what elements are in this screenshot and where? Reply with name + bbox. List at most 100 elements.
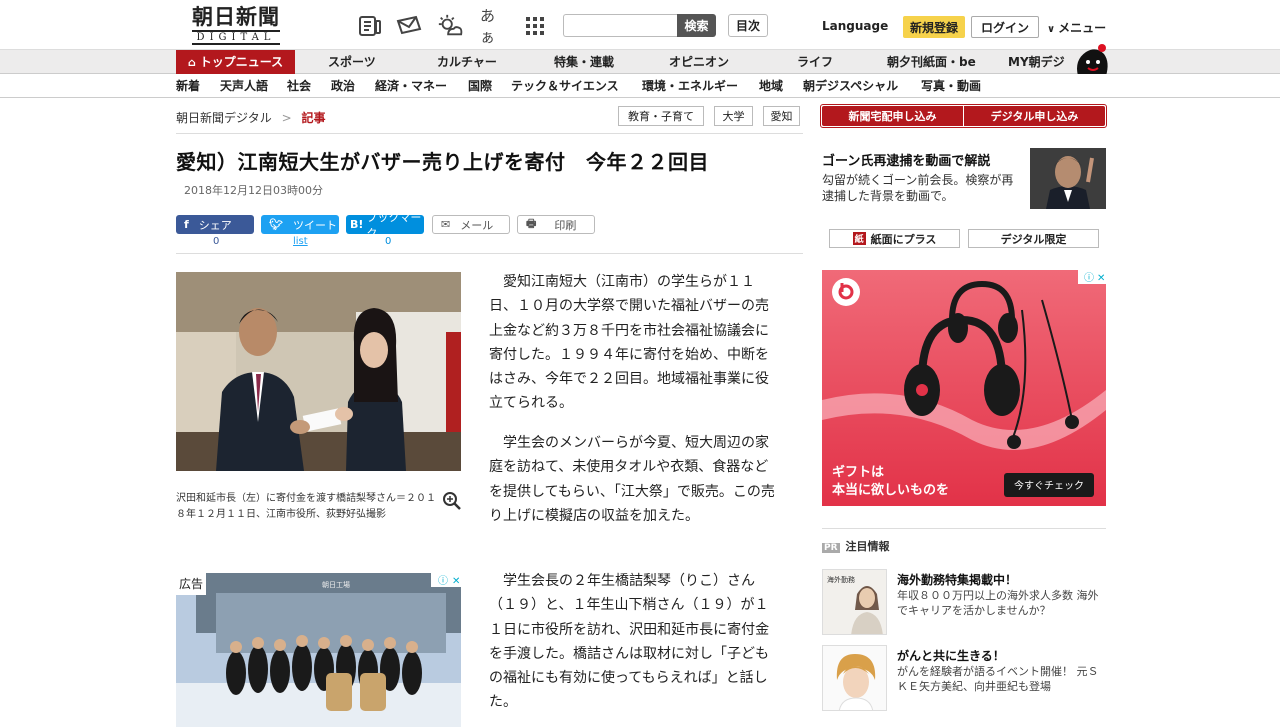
primary-nav: ⌂ トップニュース スポーツ カルチャー 特集・連載 オピニオン ライフ 朝夕刊紙… <box>0 44 1280 76</box>
article-photo[interactable] <box>176 272 461 471</box>
subscribe-paper-button[interactable]: 新聞宅配申し込み <box>822 106 963 126</box>
nav-paper[interactable]: 朝夕刊紙面・be <box>887 50 976 74</box>
language-link[interactable]: Language <box>822 19 888 33</box>
tag-education[interactable]: 教育・子育て <box>618 106 704 126</box>
nav-sports[interactable]: スポーツ <box>328 50 376 74</box>
ad-text-line2: 本当に欲しいものを <box>832 482 949 498</box>
print-button[interactable]: 🖶︎ 印刷 <box>517 215 595 234</box>
nav-features[interactable]: 特集・連載 <box>554 50 614 74</box>
promo-title[interactable]: ゴーン氏再逮捕を動画で解説 <box>822 150 990 169</box>
twitter-icon: 🐦︎ <box>269 218 283 231</box>
advertisement-image[interactable]: 広告 朝日工場 ⓘ ✕ <box>176 573 461 727</box>
close-ad-icon[interactable]: ✕ <box>1097 273 1105 284</box>
promo-text[interactable]: 勾留が続くゴーン前会長。検察が再逮捕した背景を動画で。 <box>822 172 1022 204</box>
paper-plus-button[interactable]: 紙紙面にプラス <box>829 229 960 248</box>
ad-cta-button[interactable]: 今すぐチェック <box>1014 479 1084 492</box>
nav-special[interactable]: 朝デジスペシャル <box>803 74 898 98</box>
breadcrumb-current: 記事 <box>301 111 326 125</box>
paper-plus-icon: 紙 <box>852 232 866 245</box>
index-button[interactable]: 目次 <box>728 14 768 37</box>
nav-photo-video[interactable]: 写真・動画 <box>921 74 981 98</box>
mail-label: メール <box>460 218 494 232</box>
mascot-icon[interactable] <box>1072 42 1110 78</box>
font-size-icon[interactable]: あぁ <box>480 7 506 46</box>
article-paragraph: 学生会のメンバーらが今夏、短大周辺の家庭を訪ねて、未使用タオルや衣類、食器などを… <box>489 435 775 524</box>
promo-thumbnail[interactable] <box>1030 148 1106 209</box>
search-input[interactable] <box>563 14 677 37</box>
mail-share-button[interactable]: ✉ メール <box>432 215 510 234</box>
login-button[interactable]: ログイン <box>971 16 1039 38</box>
pr-item-text[interactable]: 年収８００万円以上の海外求人多数 海外でキャリアを活かしませんか？ <box>897 588 1107 618</box>
facebook-icon: f <box>184 218 189 231</box>
menu-button[interactable]: ∨ メニュー <box>1047 19 1106 36</box>
envelope-icon: ✉ <box>441 218 451 231</box>
photo-caption: 沢田和延市長（左）に寄付金を渡す橋詰梨琴さん＝２０１８年１２月１１日、江南市役所… <box>176 493 436 520</box>
nav-culture[interactable]: カルチャー <box>437 50 497 74</box>
article-paragraph: 愛知江南短大（江南市）の学生らが１１日、１０月の大学祭で開いた福祉バザーの売上金… <box>489 274 769 412</box>
site-logo[interactable]: 朝日新聞 DIGITAL <box>180 6 292 45</box>
twitter-share-button[interactable]: 🐦︎ ツイート <box>261 215 339 234</box>
pr-item-title[interactable]: 海外勤務特集掲載中！ <box>897 571 1017 588</box>
close-ad-icon[interactable]: ✕ <box>452 576 460 587</box>
subscribe-digital-button[interactable]: デジタル申し込み <box>964 106 1105 126</box>
grid-menu-icon[interactable] <box>522 13 548 39</box>
breadcrumb: 朝日新聞デジタル > 記事 <box>176 109 326 126</box>
nav-life[interactable]: ライフ <box>797 50 833 74</box>
hatena-icon: B! <box>350 218 364 231</box>
divider <box>176 253 803 254</box>
nav-society[interactable]: 社会 <box>287 74 311 98</box>
twitter-share-label: ツイート <box>292 218 337 232</box>
facebook-count: 0 <box>213 236 220 247</box>
pr-item-text[interactable]: がんを経験者が語るイベント開催！ 元ＳＫＥ矢方美紀、向井亜紀も登場 <box>897 664 1107 694</box>
nav-region[interactable]: 地域 <box>759 74 783 98</box>
chevron-down-icon: ∨ <box>1047 24 1056 35</box>
nav-environment[interactable]: 環境・エネルギー <box>642 74 738 98</box>
pr-badge: PR <box>822 543 840 553</box>
mail-icon[interactable] <box>396 13 422 39</box>
pr-thumb-text: 海外勤務 <box>827 575 855 584</box>
nav-tech-science[interactable]: テック＆サイエンス <box>511 74 619 98</box>
sidebar-advertisement[interactable]: ⓘ ✕ ギフトは 本当に欲しいものを 今すぐチェック <box>822 270 1106 506</box>
tag-university[interactable]: 大学 <box>714 106 753 126</box>
paper-plus-label: 紙面にプラス <box>870 232 937 246</box>
ad-text-line1: ギフトは <box>832 464 884 480</box>
nav-my-asahi[interactable]: MY朝デジ <box>1008 50 1065 74</box>
tag-aichi[interactable]: 愛知 <box>763 106 800 126</box>
article-paragraph: 学生会長の２年生橋詰梨琴（りこ）さん（１９）と、１年生山下梢さん（１９）が１１日… <box>489 573 770 711</box>
register-button[interactable]: 新規登録 <box>903 16 965 38</box>
nav-latest[interactable]: 新着 <box>176 74 200 98</box>
weather-icon[interactable] <box>437 13 463 39</box>
nav-top-news[interactable]: ⌂ トップニュース <box>176 50 295 74</box>
nav-politics[interactable]: 政治 <box>331 74 355 98</box>
printer-icon: 🖶︎ <box>526 217 537 230</box>
pr-thumbnail[interactable]: 海外勤務 <box>822 569 887 635</box>
pr-item-title[interactable]: がんと共に生きる！ <box>897 647 1005 664</box>
nav-top-news-label: トップニュース <box>199 55 284 69</box>
hatena-count: 0 <box>385 236 392 247</box>
ad-sign-text: 朝日工場 <box>322 580 350 589</box>
article-title: 愛知）江南短大生がバザー売り上げを寄付 今年２２回目 <box>176 150 709 174</box>
nav-tenseijingo[interactable]: 天声人語 <box>220 74 268 98</box>
menu-label: メニュー <box>1058 21 1107 35</box>
facebook-share-button[interactable]: f シェア <box>176 215 254 234</box>
nav-international[interactable]: 国際 <box>468 74 492 98</box>
print-label: 印刷 <box>554 218 577 232</box>
newspaper-icon[interactable] <box>357 13 383 39</box>
article-date: 2018年12月12日03時00分 <box>184 184 323 197</box>
divider <box>176 133 803 134</box>
nav-economy[interactable]: 経済・マネー <box>375 74 447 98</box>
pr-section-title: PR 注目情報 <box>822 538 890 554</box>
pr-thumbnail[interactable] <box>822 645 887 711</box>
zoom-icon[interactable] <box>442 491 462 511</box>
hatena-bookmark-button[interactable]: B! ブックマーク <box>346 211 424 240</box>
adchoices-icon[interactable]: ⓘ <box>438 575 448 587</box>
digital-only-button[interactable]: デジタル限定 <box>968 229 1099 248</box>
twitter-list-link[interactable]: list <box>293 236 308 247</box>
home-icon: ⌂ <box>187 56 196 69</box>
search-button[interactable]: 検索 <box>677 14 716 37</box>
nav-opinion[interactable]: オピニオン <box>669 50 729 74</box>
breadcrumb-home[interactable]: 朝日新聞デジタル <box>176 111 272 125</box>
facebook-share-label: シェア <box>198 218 232 232</box>
logo-main: 朝日新聞 <box>192 4 280 29</box>
adchoices-icon[interactable]: ⓘ <box>1084 272 1094 284</box>
